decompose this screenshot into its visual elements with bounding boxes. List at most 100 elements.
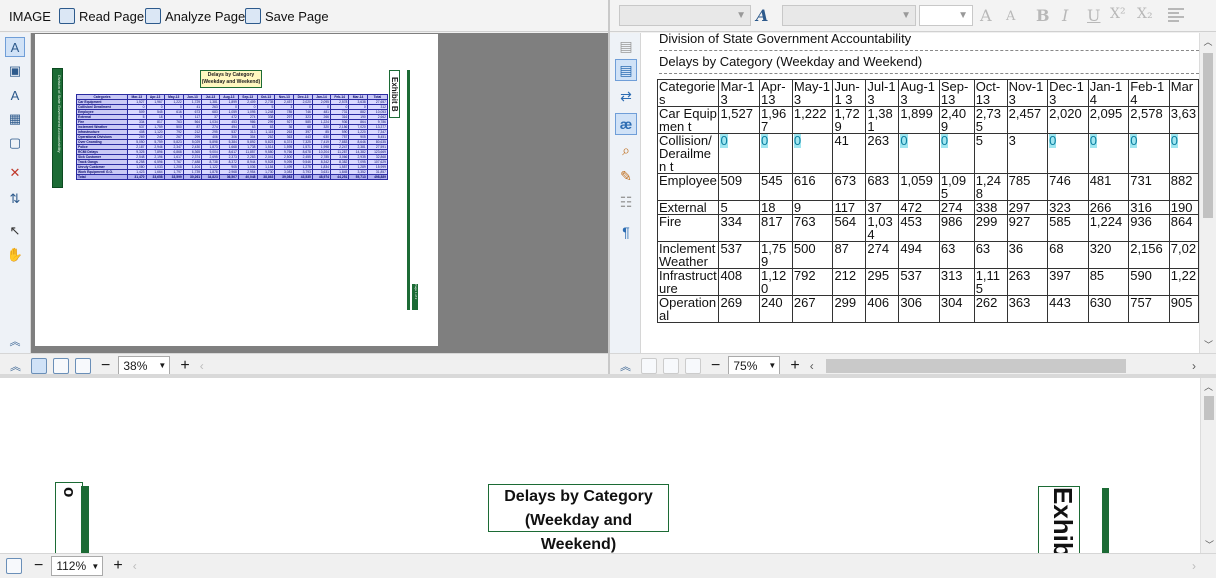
table-cell[interactable]: 274: [865, 241, 900, 269]
table-row[interactable]: Operation al 269 240 267 299 406 306 304 262 363 4…: [656, 295, 1199, 323]
row-label-cell[interactable]: Categorie s: [656, 79, 720, 107]
compare-icon[interactable]: ☷: [615, 191, 637, 213]
read-page-button[interactable]: Read Page: [59, 5, 144, 27]
collapse-up-icon[interactable]: ︽: [5, 331, 25, 351]
table-cell[interactable]: Oct- 13: [973, 79, 1008, 107]
italic-button[interactable]: I: [1062, 6, 1068, 25]
row-label-cell[interactable]: External: [656, 200, 720, 215]
table-cell[interactable]: 2,578: [1128, 106, 1170, 134]
delete-area-tool-icon[interactable]: ✕: [5, 163, 25, 183]
grow-font-icon[interactable]: A: [980, 6, 992, 25]
table-cell[interactable]: Aug-1 3: [898, 79, 940, 107]
table-cell[interactable]: 323: [1047, 200, 1089, 215]
table-cell[interactable]: 763: [791, 214, 834, 242]
table-cell[interactable]: 2,73 5: [973, 106, 1008, 134]
table-cell[interactable]: 746: [1047, 173, 1089, 201]
table-cell[interactable]: 262: [973, 295, 1008, 323]
row-label-cell[interactable]: Inclement Weather: [656, 241, 720, 269]
table-cell[interactable]: 397: [1047, 268, 1089, 296]
table-cell[interactable]: 2,095: [1087, 106, 1130, 134]
hand-tool-icon[interactable]: ✋: [5, 245, 25, 265]
table-cell[interactable]: 1,75 9: [758, 241, 793, 269]
collapse-up-icon[interactable]: ︽: [10, 358, 21, 374]
fit-height-icon[interactable]: [685, 357, 701, 374]
row-label-cell[interactable]: Infrastruct ure: [656, 268, 720, 296]
scroll-down-icon[interactable]: ﹀: [1204, 338, 1213, 351]
table-cell[interactable]: 1,899: [898, 106, 940, 134]
table-cell[interactable]: 18: [758, 200, 793, 215]
table-cell[interactable]: 299: [832, 295, 867, 323]
table-cell[interactable]: 1,224: [1087, 214, 1130, 242]
table-cell[interactable]: 1,96 7: [758, 106, 793, 134]
collapse-up-icon[interactable]: ︽: [620, 358, 631, 374]
table-cell[interactable]: 1,72 9: [832, 106, 867, 134]
find-icon[interactable]: ⌕: [615, 139, 637, 161]
table-cell[interactable]: 2,156: [1128, 241, 1170, 269]
table-cell[interactable]: 0: [1047, 133, 1089, 174]
table-cell[interactable]: 9: [791, 200, 834, 215]
background-area-tool-icon[interactable]: ▢: [5, 133, 25, 153]
table-cell[interactable]: 509: [718, 173, 760, 201]
table-cell[interactable]: 1,09 5: [938, 173, 975, 201]
table-cell[interactable]: 408: [718, 268, 760, 296]
table-cell[interactable]: Nov-1 3: [1006, 79, 1049, 107]
replace-icon[interactable]: ⇄: [615, 85, 637, 107]
zoom-in-icon[interactable]: +: [113, 557, 122, 575]
image-menu[interactable]: IMAGE: [9, 5, 51, 27]
scroll-thumb[interactable]: [1203, 53, 1213, 218]
table-cell[interactable]: 68: [1047, 241, 1089, 269]
table-cell[interactable]: Sep- 13: [938, 79, 975, 107]
show-image-icon[interactable]: ▤: [615, 35, 637, 57]
table-cell[interactable]: 313: [938, 268, 975, 296]
text-line-title[interactable]: Delays by Category (Weekday and Weekend): [659, 54, 922, 69]
table-cell[interactable]: 1,24 8: [973, 173, 1008, 201]
table-cell[interactable]: 63: [973, 241, 1008, 269]
text-picture-tool-icon[interactable]: A: [5, 85, 25, 105]
table-cell[interactable]: Jan-14: [1087, 79, 1130, 107]
table-cell[interactable]: 2,020: [1047, 106, 1089, 134]
zoom-out-icon[interactable]: −: [101, 357, 110, 375]
bottom-zoom-select[interactable]: 112% ▼: [51, 556, 104, 576]
table-cell[interactable]: 0: [1168, 133, 1199, 174]
select-pointer-icon[interactable]: ↖: [5, 221, 25, 241]
text-view-icon[interactable]: ▤: [615, 59, 637, 81]
table-cell[interactable]: 905: [1168, 295, 1199, 323]
table-cell[interactable]: 297: [1006, 200, 1049, 215]
table-row[interactable]: Fire 334 817 763 564 1,03 4 453 986 299 927 585 1,2…: [656, 214, 1199, 242]
table-row[interactable]: Inclement Weather 537 1,75 9 500 87 274 494 63 6…: [656, 241, 1199, 269]
scroll-up-icon[interactable]: ︿: [1200, 35, 1216, 48]
table-cell[interactable]: 263: [865, 133, 900, 174]
row-label-cell[interactable]: Operation al: [656, 295, 720, 323]
table-cell[interactable]: 882: [1168, 173, 1199, 201]
fit-page-icon[interactable]: [641, 357, 657, 374]
row-label-cell[interactable]: Car Equipmen t: [656, 106, 720, 134]
scroll-left-icon[interactable]: ‹: [200, 359, 204, 373]
table-cell[interactable]: 306: [898, 295, 940, 323]
table-cell[interactable]: 406: [865, 295, 900, 323]
table-cell[interactable]: 320: [1087, 241, 1130, 269]
table-cell[interactable]: Mar: [1168, 79, 1199, 107]
scroll-right-icon[interactable]: ›: [1192, 559, 1196, 573]
table-cell[interactable]: 1,03 4: [865, 214, 900, 242]
table-cell[interactable]: 117: [832, 200, 867, 215]
table-row[interactable]: External 5 18 9 117 37 472 274 338 297 323 266 316 19…: [656, 200, 1199, 215]
table-cell[interactable]: 936: [1128, 214, 1170, 242]
fit-width-icon[interactable]: [663, 357, 679, 374]
table-cell[interactable]: Jun-1 3: [832, 79, 867, 107]
table-cell[interactable]: 87: [832, 241, 867, 269]
table-cell[interactable]: 267: [791, 295, 834, 323]
row-label-cell[interactable]: Collision/ Derailmen t: [656, 133, 720, 174]
table-cell[interactable]: 792: [791, 268, 834, 296]
zoom-in-icon[interactable]: +: [790, 357, 799, 375]
table-cell[interactable]: 266: [1087, 200, 1130, 215]
table-cell[interactable]: 3,63: [1168, 106, 1199, 134]
table-cell[interactable]: 453: [898, 214, 940, 242]
text-line-division[interactable]: Division of State Government Accountabil…: [659, 33, 911, 46]
table-cell[interactable]: 1,11 5: [973, 268, 1008, 296]
table-row[interactable]: Car Equipmen t 1,527 1,96 7 1,222 1,72 9 1,38…: [656, 106, 1199, 134]
table-cell[interactable]: 2,457: [1006, 106, 1049, 134]
table-cell[interactable]: 590: [1128, 268, 1170, 296]
paragraph-marks-icon[interactable]: ¶: [615, 221, 637, 243]
table-cell[interactable]: 673: [832, 173, 867, 201]
fit-height-icon[interactable]: [75, 357, 91, 374]
